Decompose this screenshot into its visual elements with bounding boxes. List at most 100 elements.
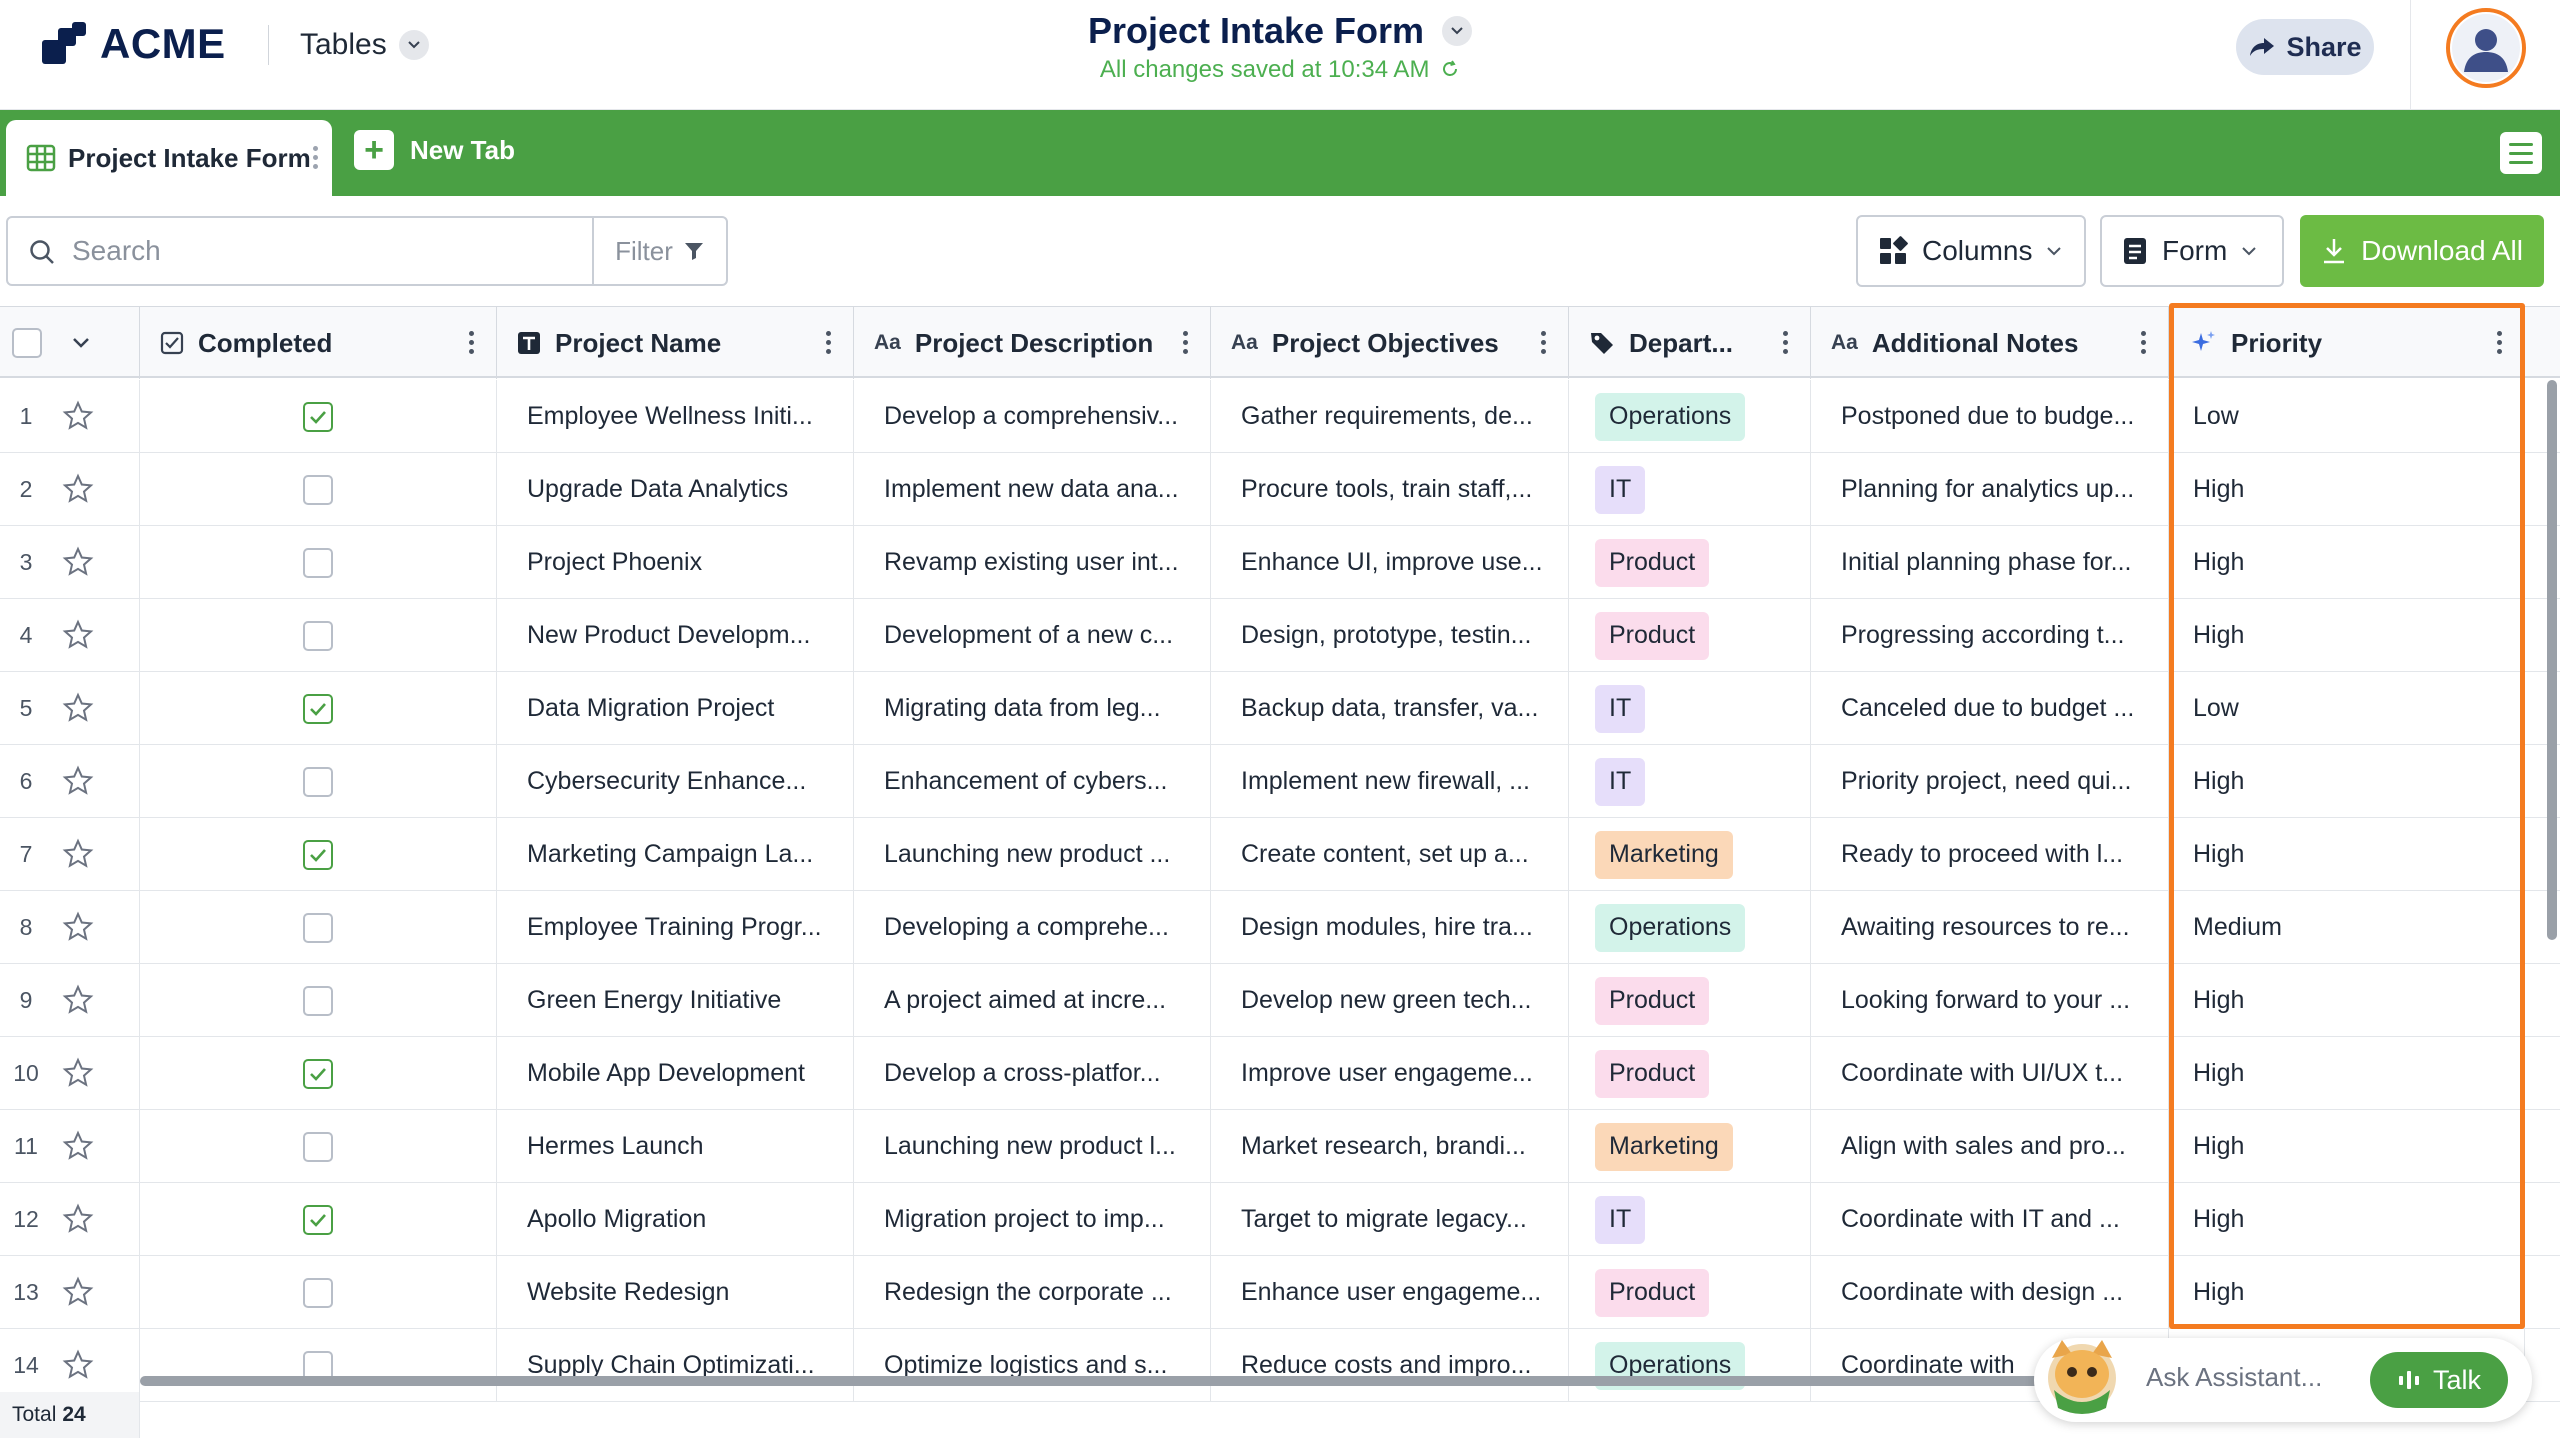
column-menu-icon[interactable] <box>826 331 831 354</box>
column-header-completed[interactable]: Completed <box>140 307 497 379</box>
column-menu-icon[interactable] <box>1183 331 1188 354</box>
search-input[interactable] <box>8 218 592 284</box>
acme-logo[interactable]: ACME <box>42 20 226 68</box>
cell-notes[interactable]: Looking forward to your ... <box>1811 964 2169 1037</box>
cell-objectives[interactable]: Reduce costs and impro... <box>1211 1329 1569 1402</box>
cell-name[interactable]: Apollo Migration <box>497 1183 854 1256</box>
title-chevron-down-icon[interactable] <box>1442 16 1473 46</box>
cell-department[interactable]: Product <box>1569 1037 1811 1110</box>
column-header-name[interactable]: Project Name <box>497 307 854 379</box>
cell-name[interactable]: Data Migration Project <box>497 672 854 745</box>
cell-notes[interactable]: Planning for analytics up... <box>1811 453 2169 526</box>
cell-description[interactable]: Redesign the corporate ... <box>854 1256 1211 1329</box>
column-menu-icon[interactable] <box>2141 331 2146 354</box>
completed-checkbox[interactable] <box>303 474 333 505</box>
column-menu-icon[interactable] <box>1541 331 1546 354</box>
cell-completed[interactable] <box>140 818 497 891</box>
cell-description[interactable]: Launching new product l... <box>854 1110 1211 1183</box>
page-title[interactable]: Project Intake Form <box>1088 10 1424 52</box>
cell-department[interactable]: Product <box>1569 964 1811 1037</box>
cell-objectives[interactable]: Create content, set up a... <box>1211 818 1569 891</box>
cell-notes[interactable]: Ready to proceed with l... <box>1811 818 2169 891</box>
columns-button[interactable]: Columns <box>1856 215 2086 287</box>
column-header-priority[interactable]: Priority <box>2169 307 2525 379</box>
tab-options-icon[interactable] <box>313 146 318 169</box>
cell-priority[interactable]: Medium <box>2169 891 2525 964</box>
cell-completed[interactable] <box>140 526 497 599</box>
cell-completed[interactable] <box>140 672 497 745</box>
cell-objectives[interactable]: Improve user engageme... <box>1211 1037 1569 1110</box>
cell-priority[interactable]: High <box>2169 745 2525 818</box>
cell-completed[interactable] <box>140 1329 497 1402</box>
table-row[interactable]: 2 Upgrade Data Analytics Implement new dat… <box>0 453 2560 526</box>
completed-checkbox[interactable] <box>303 985 333 1016</box>
cell-department[interactable]: Marketing <box>1569 818 1811 891</box>
cell-department[interactable]: IT <box>1569 453 1811 526</box>
cell-completed[interactable] <box>140 1037 497 1110</box>
cat-assistant-icon[interactable] <box>2044 1336 2120 1416</box>
cell-name[interactable]: New Product Developm... <box>497 599 854 672</box>
table-row[interactable]: 8 Employee Training Progr... Developing a … <box>0 891 2560 964</box>
table-row[interactable]: 11 Hermes Launch Launching new product l..… <box>0 1110 2560 1183</box>
cell-completed[interactable] <box>140 380 497 453</box>
column-menu-icon[interactable] <box>1783 331 1788 354</box>
cell-description[interactable]: Revamp existing user int... <box>854 526 1211 599</box>
cell-name[interactable]: Project Phoenix <box>497 526 854 599</box>
cell-objectives[interactable]: Design modules, hire tra... <box>1211 891 1569 964</box>
completed-checkbox[interactable] <box>303 693 333 724</box>
cell-completed[interactable] <box>140 964 497 1037</box>
cell-objectives[interactable]: Market research, brandi... <box>1211 1110 1569 1183</box>
cell-department[interactable]: Operations <box>1569 1329 1811 1402</box>
cell-name[interactable]: Employee Wellness Initi... <box>497 380 854 453</box>
table-row[interactable]: 1 Employee Wellness Initi... Develop a com… <box>0 380 2560 453</box>
download-all-button[interactable]: Download All <box>2300 215 2544 287</box>
cell-objectives[interactable]: Enhance user engageme... <box>1211 1256 1569 1329</box>
cell-notes[interactable]: Coordinate with UI/UX t... <box>1811 1037 2169 1110</box>
cell-description[interactable]: Launching new product ... <box>854 818 1211 891</box>
cell-priority[interactable]: High <box>2169 599 2525 672</box>
cell-description[interactable]: Enhancement of cybers... <box>854 745 1211 818</box>
cell-description[interactable]: Migrating data from leg... <box>854 672 1211 745</box>
cell-notes[interactable]: Postponed due to budge... <box>1811 380 2169 453</box>
cell-completed[interactable] <box>140 1183 497 1256</box>
cell-objectives[interactable]: Design, prototype, testin... <box>1211 599 1569 672</box>
table-row[interactable]: 9 Green Energy Initiative A project aimed … <box>0 964 2560 1037</box>
cell-name[interactable]: Website Redesign <box>497 1256 854 1329</box>
cell-notes[interactable]: Canceled due to budget ... <box>1811 672 2169 745</box>
cell-description[interactable]: Optimize logistics and s... <box>854 1329 1211 1402</box>
select-chevron-down-icon[interactable] <box>72 337 90 349</box>
cell-completed[interactable] <box>140 745 497 818</box>
share-button[interactable]: Share <box>2236 19 2374 75</box>
cell-objectives[interactable]: Develop new green tech... <box>1211 964 1569 1037</box>
cell-name[interactable]: Supply Chain Optimizati... <box>497 1329 854 1402</box>
table-row[interactable]: 10 Mobile App Development Develop a cross-… <box>0 1037 2560 1110</box>
cell-objectives[interactable]: Implement new firewall, ... <box>1211 745 1569 818</box>
cell-description[interactable]: Develop a cross-platfor... <box>854 1037 1211 1110</box>
completed-checkbox[interactable] <box>303 1277 333 1308</box>
talk-button[interactable]: Talk <box>2370 1352 2508 1408</box>
cell-description[interactable]: Development of a new c... <box>854 599 1211 672</box>
column-header-next[interactable] <box>2525 307 2560 379</box>
cell-department[interactable]: IT <box>1569 672 1811 745</box>
cell-priority[interactable]: High <box>2169 453 2525 526</box>
completed-checkbox[interactable] <box>303 766 333 797</box>
cell-priority[interactable]: High <box>2169 964 2525 1037</box>
table-row[interactable]: 7 Marketing Campaign La... Launching new p… <box>0 818 2560 891</box>
column-header-description[interactable]: Aa Project Description <box>854 307 1211 379</box>
cell-notes[interactable]: Awaiting resources to re... <box>1811 891 2169 964</box>
cell-objectives[interactable]: Backup data, transfer, va... <box>1211 672 1569 745</box>
cell-notes[interactable]: Coordinate with design ... <box>1811 1256 2169 1329</box>
cell-description[interactable]: Developing a comprehe... <box>854 891 1211 964</box>
cell-department[interactable]: Operations <box>1569 891 1811 964</box>
cell-priority[interactable]: High <box>2169 818 2525 891</box>
column-header-objectives[interactable]: Aa Project Objectives <box>1211 307 1569 379</box>
cell-notes[interactable]: Initial planning phase for... <box>1811 526 2169 599</box>
completed-checkbox[interactable] <box>303 547 333 578</box>
cell-priority[interactable]: High <box>2169 1110 2525 1183</box>
cell-notes[interactable]: Priority project, need qui... <box>1811 745 2169 818</box>
assistant-input[interactable]: Ask Assistant... <box>2146 1362 2322 1393</box>
menu-icon[interactable] <box>2500 132 2542 174</box>
tables-menu[interactable]: Tables <box>300 28 429 62</box>
cell-name[interactable]: Upgrade Data Analytics <box>497 453 854 526</box>
cell-priority[interactable]: High <box>2169 526 2525 599</box>
